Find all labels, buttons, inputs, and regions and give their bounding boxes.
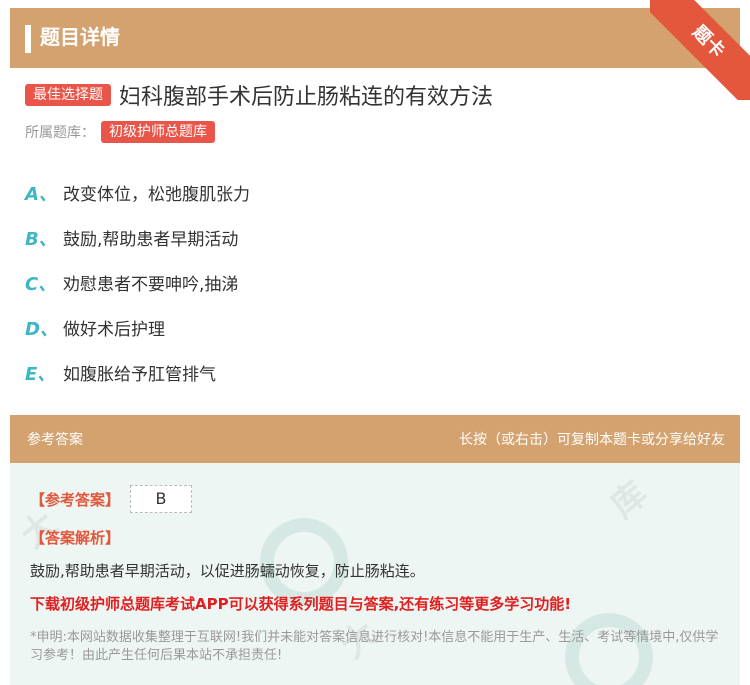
bank-label: 所属题库： <box>25 125 95 141</box>
corner-badge-label: 题卡 <box>650 0 750 100</box>
answer-header: 参考答案 长按（或右击）可复制本题卡或分享给好友 <box>10 415 740 463</box>
question-line: 最佳选择题 妇科腹部手术后防止肠粘连的有效方法 <box>25 80 493 110</box>
app-promo-text[interactable]: 下载初级护师总题库考试APP可以获得系列题目与答案,还有练习等更多学习功能! <box>30 593 571 614</box>
header-bar: 题目详情 <box>10 8 740 68</box>
option-text: 如腹胀给予肛管排气 <box>63 365 216 385</box>
reference-answer-line: 【参考答案】 B <box>30 485 193 513</box>
option-text: 鼓励,帮助患者早期活动 <box>63 230 239 250</box>
option-a[interactable]: A、 改变体位，松弛腹肌张力 <box>25 170 250 215</box>
reference-answer-value: B <box>130 485 193 513</box>
disclaimer-text: *申明:本网站数据收集整理于互联网!我们并未能对答案信息进行核对!本信息不能用于… <box>30 630 719 663</box>
explanation-label: 【答案解析】 <box>30 529 121 547</box>
bank-link[interactable]: 初级护师总题库 <box>101 121 215 143</box>
option-e[interactable]: E、 如腹胀给予肛管排气 <box>25 350 250 395</box>
answer-section-title: 参考答案 <box>27 432 83 448</box>
header-accent-bar <box>25 25 31 53</box>
question-text: 妇科腹部手术后防止肠粘连的有效方法 <box>119 85 494 110</box>
question-type-tag: 最佳选择题 <box>25 84 111 106</box>
corner-badge: 题卡 <box>650 0 750 100</box>
option-letter: C、 <box>25 273 57 295</box>
option-letter: B、 <box>25 228 57 250</box>
share-hint: 长按（或右击）可复制本题卡或分享给好友 <box>459 432 725 448</box>
answer-body: 大 大 库 【参考答案】 B 【答案解析】 鼓励,帮助患者早期活动，以促进肠蠕动… <box>10 463 740 685</box>
watermark-glyph: 库 <box>603 473 656 527</box>
option-c[interactable]: C、 劝慰患者不要呻吟,抽涕 <box>25 260 250 305</box>
reference-answer-label: 【参考答案】 <box>30 490 121 509</box>
option-letter: A、 <box>25 183 57 205</box>
option-letter: D、 <box>25 318 58 340</box>
option-text: 做好术后护理 <box>63 320 165 340</box>
option-text: 改变体位，松弛腹肌张力 <box>63 185 250 205</box>
page-title: 题目详情 <box>40 25 120 49</box>
option-d[interactable]: D、 做好术后护理 <box>25 305 250 350</box>
option-b[interactable]: B、 鼓励,帮助患者早期活动 <box>25 215 250 260</box>
option-text: 劝慰患者不要呻吟,抽涕 <box>63 275 239 295</box>
question-bank-line: 所属题库： 初级护师总题库 <box>25 120 215 144</box>
options-list: A、 改变体位，松弛腹肌张力 B、 鼓励,帮助患者早期活动 C、 劝慰患者不要呻… <box>25 170 250 395</box>
explanation-text: 鼓励,帮助患者早期活动，以促进肠蠕动恢复，防止肠粘连。 <box>30 562 425 580</box>
option-letter: E、 <box>25 363 56 385</box>
